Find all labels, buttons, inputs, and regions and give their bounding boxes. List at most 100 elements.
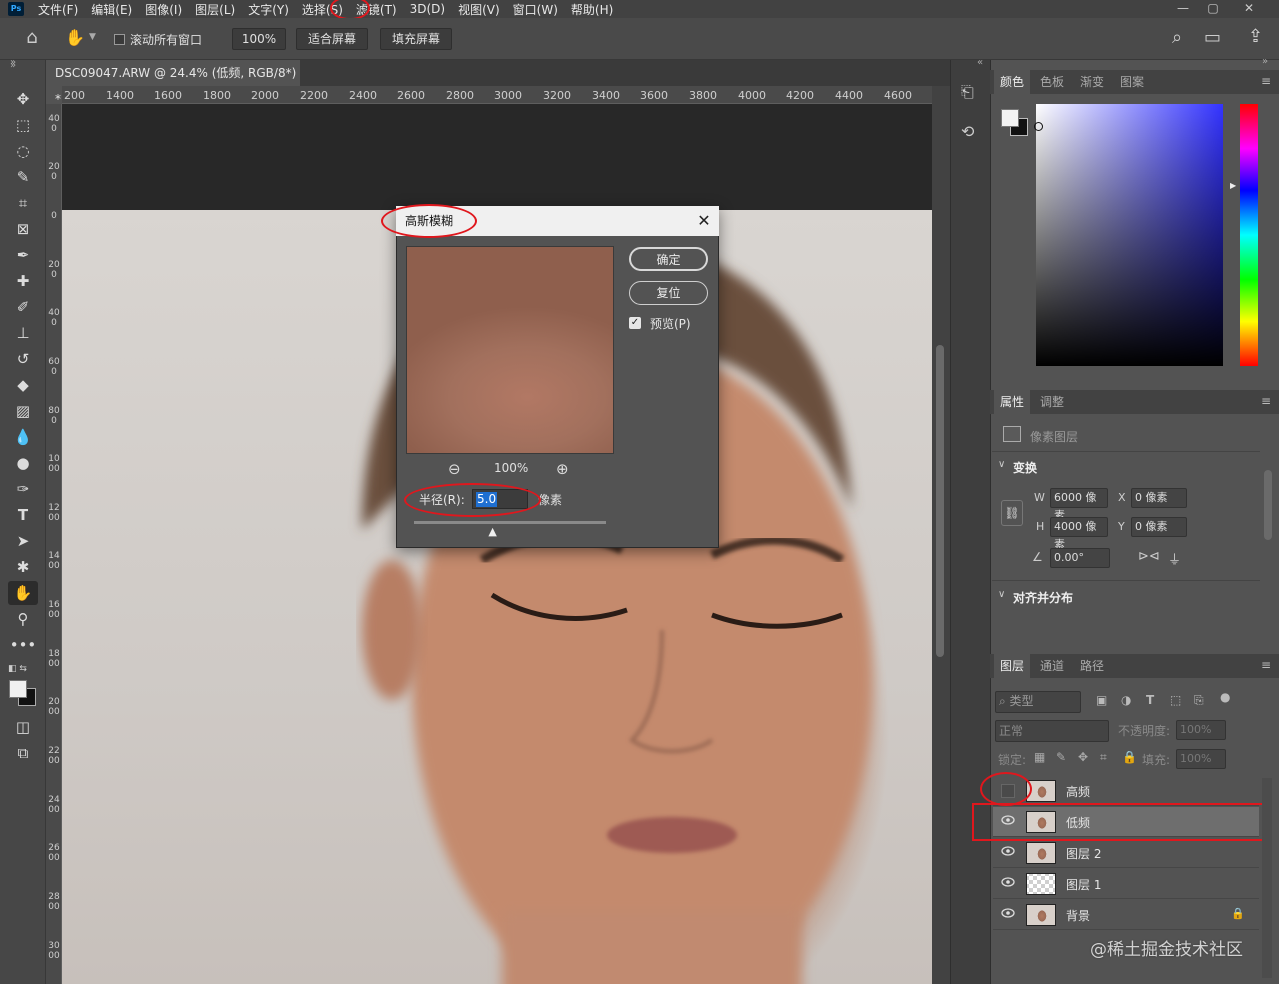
layer-thumbnail[interactable] [1026, 904, 1056, 926]
fill-field[interactable]: 100% [1176, 749, 1226, 769]
workspace-icon[interactable]: ▭ [1204, 27, 1221, 48]
stamp-tool-icon[interactable]: ⊥ [8, 321, 38, 345]
panel-menu-icon[interactable]: ≡ [1261, 658, 1271, 672]
menu-image[interactable]: 图像(I) [145, 1, 182, 18]
share-icon[interactable]: ⇪ [1248, 26, 1263, 47]
zoom-100-button[interactable]: 100% [232, 28, 286, 50]
close-icon[interactable]: ✕ [690, 206, 718, 236]
filter-smart-object-icon[interactable]: ⎘ [1194, 693, 1204, 708]
menu-window[interactable]: 窗口(W) [513, 1, 558, 18]
hand-tool-icon[interactable]: ✋ [8, 581, 38, 605]
blend-mode-select[interactable]: 正常 [995, 720, 1109, 742]
filter-shape-icon[interactable]: ⬚ [1170, 693, 1181, 707]
tab-channels[interactable]: 通道 [1034, 654, 1070, 678]
angle-field[interactable]: 0.00° [1050, 548, 1110, 568]
lock-all-icon[interactable]: 🔒 [1122, 750, 1137, 764]
tab-swatches[interactable]: 色板 [1034, 70, 1070, 94]
x-field[interactable]: 0 像素 [1131, 488, 1187, 508]
scroll-all-checkbox[interactable] [114, 34, 125, 45]
layer-row[interactable]: 高频 [993, 776, 1259, 806]
scrollbar-thumb[interactable] [936, 345, 944, 657]
search-icon[interactable]: ⌕ [1172, 27, 1182, 48]
zoom-out-icon[interactable]: ⊖ [448, 460, 461, 478]
blur-preview-area[interactable] [406, 246, 614, 454]
zoom-in-icon[interactable]: ⊕ [556, 460, 569, 478]
chevron-down-icon[interactable]: ∨ [998, 589, 1005, 600]
layer-row[interactable]: 背景 🔒 [993, 900, 1259, 930]
tab-adjustments[interactable]: 调整 [1034, 390, 1070, 414]
flip-horizontal-icon[interactable]: ⊳⊲ [1138, 549, 1160, 564]
eraser-tool-icon[interactable]: ◆ [8, 373, 38, 397]
quick-mask-icon[interactable]: ◫ [8, 715, 38, 739]
crop-tool-icon[interactable]: ⌗ [8, 191, 38, 215]
hue-slider[interactable] [1240, 104, 1258, 366]
width-field[interactable]: 6000 像素 [1050, 488, 1108, 522]
document-tab[interactable]: DSC09047.ARW @ 24.4% (低频, RGB/8*) * × [46, 60, 300, 106]
filter-pixel-icon[interactable]: ▣ [1096, 693, 1107, 707]
lock-artboard-icon[interactable]: ⌗ [1100, 750, 1107, 765]
collapse-strip-icon[interactable]: « [977, 57, 983, 68]
flip-vertical-icon[interactable]: ⏚ [1168, 549, 1181, 568]
tab-gradients[interactable]: 渐变 [1074, 70, 1110, 94]
eye-icon[interactable] [1001, 846, 1015, 860]
lock-transparent-icon[interactable]: ▦ [1034, 750, 1045, 764]
lock-pixels-icon[interactable]: ✎ [1056, 750, 1066, 764]
link-icon[interactable]: ⛓ [1001, 500, 1023, 526]
menu-layer[interactable]: 图层(L) [195, 1, 235, 18]
default-colors-icon[interactable]: ◧ ⇆ [8, 664, 27, 674]
menu-edit[interactable]: 编辑(E) [91, 1, 132, 18]
restore-button[interactable]: ▢ [1198, 0, 1228, 18]
align-section-title[interactable]: 对齐并分布 [1013, 589, 1073, 606]
expand-panels-icon[interactable]: » [10, 57, 16, 68]
tab-properties[interactable]: 属性 [994, 390, 1031, 414]
eye-icon[interactable] [1001, 877, 1015, 891]
fit-screen-button[interactable]: 适合屏幕 [296, 28, 368, 50]
fill-screen-button[interactable]: 填充屏幕 [380, 28, 452, 50]
height-field[interactable]: 4000 像素 [1050, 517, 1108, 551]
actions-panel-icon[interactable]: ⟲ [961, 122, 974, 141]
close-window-button[interactable]: ✕ [1234, 0, 1264, 18]
lasso-tool-icon[interactable]: ◌ [8, 139, 38, 163]
home-icon[interactable]: ⌂ [22, 28, 42, 48]
zoom-tool-icon[interactable]: ⚲ [8, 607, 38, 631]
chevron-down-icon[interactable]: ▼ [89, 32, 96, 42]
history-panel-icon[interactable]: ⎗ [961, 82, 974, 102]
eye-icon[interactable] [1001, 908, 1015, 922]
gradient-tool-icon[interactable]: ▨ [8, 399, 38, 423]
layer-row[interactable]: 图层 1 [993, 869, 1259, 899]
quick-select-tool-icon[interactable]: ✎ [8, 165, 38, 189]
blur-tool-icon[interactable]: 💧 [8, 425, 38, 449]
healing-brush-tool-icon[interactable]: ✚ [8, 269, 38, 293]
type-tool-icon[interactable]: T [8, 503, 38, 527]
radius-slider-handle[interactable]: ▲ [488, 525, 496, 538]
chevron-down-icon[interactable]: ∨ [998, 459, 1005, 470]
pen-tool-icon[interactable]: ✑ [8, 477, 38, 501]
hue-slider-handle[interactable]: ▶ [1230, 181, 1236, 190]
y-field[interactable]: 0 像素 [1131, 517, 1187, 537]
hand-tool-icon[interactable]: ✋ [64, 28, 86, 48]
menu-type[interactable]: 文字(Y) [248, 1, 289, 18]
radius-slider-track[interactable] [414, 521, 606, 524]
foreground-color-swatch[interactable] [9, 680, 27, 698]
layer-thumbnail[interactable] [1026, 873, 1056, 895]
filter-adjustment-icon[interactable]: ◑ [1121, 693, 1131, 707]
layer-name[interactable]: 图层 1 [1066, 876, 1101, 893]
ok-button[interactable]: 确定 [629, 247, 708, 271]
path-select-tool-icon[interactable]: ➤ [8, 529, 38, 553]
frame-tool-icon[interactable]: ⊠ [8, 217, 38, 241]
minimize-button[interactable]: — [1168, 0, 1198, 18]
reset-button[interactable]: 复位 [629, 281, 708, 305]
menu-file[interactable]: 文件(F) [38, 1, 78, 18]
layer-name[interactable]: 背景 [1066, 907, 1090, 924]
layer-thumbnail[interactable] [1026, 842, 1056, 864]
tab-color[interactable]: 颜色 [994, 70, 1031, 94]
panel-menu-icon[interactable]: ≡ [1261, 74, 1271, 88]
menu-3d[interactable]: 3D(D) [410, 2, 445, 16]
eyedropper-tool-icon[interactable]: ✒ [8, 243, 38, 267]
lock-position-icon[interactable]: ✥ [1078, 750, 1088, 764]
dodge-tool-icon[interactable]: ● [8, 451, 38, 475]
tab-patterns[interactable]: 图案 [1114, 70, 1150, 94]
menu-view[interactable]: 视图(V) [458, 1, 500, 18]
panel-menu-icon[interactable]: ≡ [1261, 394, 1271, 408]
screen-mode-icon[interactable]: ⧉ [8, 741, 38, 765]
